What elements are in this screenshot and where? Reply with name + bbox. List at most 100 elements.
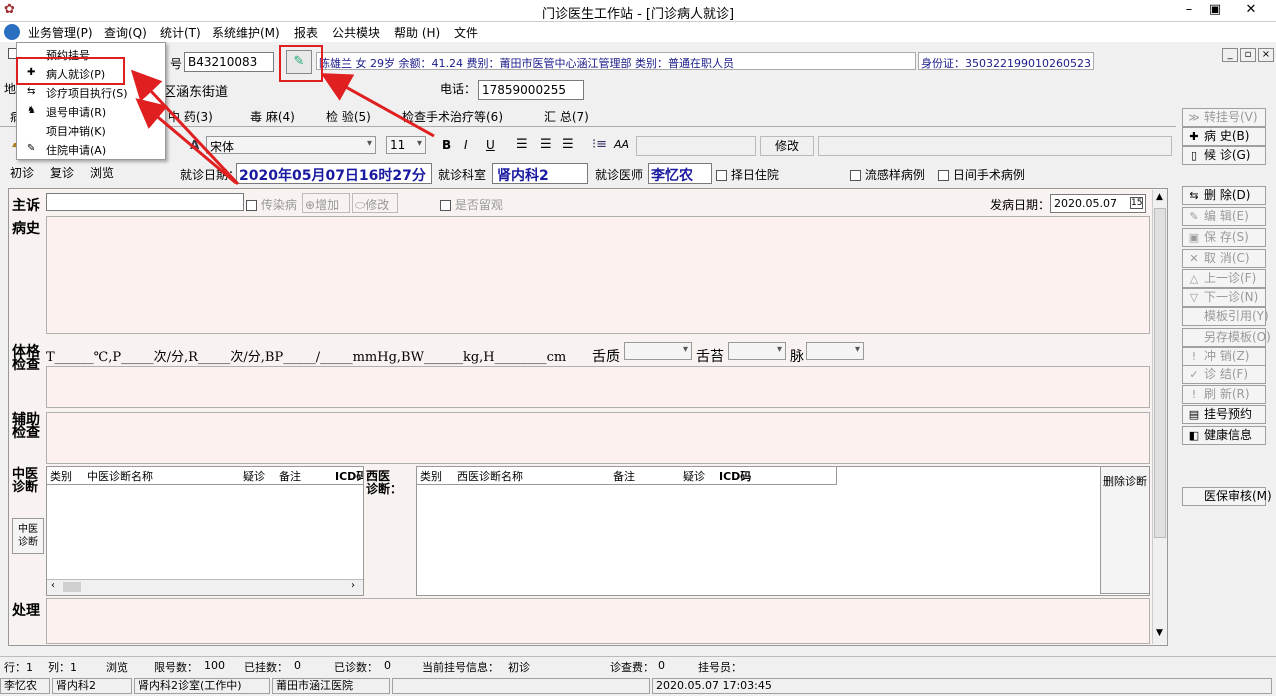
right-button-1[interactable]: ✚ 病 史(B)	[1182, 127, 1266, 146]
right-button-16-label: 医保审核(M)	[1204, 489, 1272, 503]
modify-button[interactable]: 修改	[760, 136, 814, 156]
right-button-2[interactable]: ▯ 候 诊(G)	[1182, 146, 1266, 165]
right-button-3[interactable]: ⇆ 删 除(D)	[1182, 186, 1266, 205]
tab-chinese-medicine[interactable]: 中 药(3)	[168, 108, 213, 128]
window-title: 门诊医生工作站 - [门诊病人就诊]	[541, 7, 735, 22]
tab-first-visit[interactable]: 初诊	[10, 164, 34, 181]
schedule-admission-checkbox[interactable]	[716, 170, 727, 181]
tcm-diagnosis-grid[interactable]: 类别 中医诊断名称 疑诊 备注 ICD码 ‹ ›	[46, 466, 364, 596]
tcm-hscrollbar[interactable]: ‹ ›	[47, 579, 363, 595]
menu-file[interactable]: 文件	[454, 24, 478, 41]
reg-no-field[interactable]: B43210083	[184, 52, 274, 72]
right-button-9[interactable]: 模板引用(Y)	[1182, 307, 1269, 326]
highlight-box-card	[279, 45, 323, 82]
onset-label: 发病日期：	[990, 198, 1051, 212]
right-button-0-icon: ≫	[1188, 111, 1200, 124]
aux-exam-field[interactable]	[46, 412, 1150, 464]
menu-system[interactable]: 系统维护(M)	[212, 24, 280, 41]
align-left-icon[interactable]: ☰	[516, 137, 528, 152]
form-vscrollbar[interactable]: ▲ ▼	[1152, 190, 1167, 644]
right-button-15-icon: ◧	[1188, 429, 1200, 442]
right-button-13[interactable]: ! 刷 新(R)	[1182, 385, 1266, 404]
restore-button[interactable]: ▣	[1200, 0, 1230, 20]
dept-field[interactable]: 肾内科2	[492, 163, 588, 184]
right-button-8[interactable]: ▽ 下一诊(N)	[1182, 288, 1266, 307]
exam-field[interactable]	[46, 366, 1150, 408]
size-select[interactable]: 11	[386, 136, 426, 154]
align-center-icon[interactable]: ☰	[540, 137, 552, 152]
tcm-col-icd: ICD码	[335, 470, 363, 483]
treatment-field[interactable]	[46, 598, 1150, 644]
child-minimize-button[interactable]: _	[1222, 48, 1238, 62]
tongue-select[interactable]	[624, 342, 692, 360]
right-button-0[interactable]: ≫ 转挂号(V)	[1182, 108, 1266, 127]
align-right-icon[interactable]: ☰	[562, 137, 574, 152]
add-button[interactable]: 增加	[315, 198, 339, 212]
footer-blank	[392, 678, 650, 694]
right-button-5-label: 保 存(S)	[1204, 230, 1249, 244]
tab-narcotics[interactable]: 毒 麻(4)	[250, 108, 295, 128]
delete-diagnosis-button[interactable]: 删除诊断	[1100, 466, 1150, 594]
right-button-15[interactable]: ◧ 健康信息	[1182, 426, 1266, 445]
flu-case-checkbox[interactable]	[850, 170, 861, 181]
tab-lab[interactable]: 检 验(5)	[326, 108, 371, 128]
aa-button[interactable]: AA	[614, 138, 629, 151]
infectious-checkbox[interactable]	[246, 200, 257, 211]
close-button[interactable]: ✕	[1236, 0, 1266, 20]
menu-item-refund[interactable]: 退号申请(R)	[46, 104, 106, 120]
child-close-button[interactable]: ×	[1258, 48, 1274, 62]
menu-item-reversal[interactable]: 项目冲销(K)	[46, 123, 106, 139]
tab-revisit[interactable]: 复诊	[50, 164, 74, 181]
tab-summary[interactable]: 汇 总(7)	[544, 108, 589, 128]
day-surgery-checkbox[interactable]	[938, 170, 949, 181]
right-button-4[interactable]: ✎ 编 辑(E)	[1182, 207, 1266, 226]
right-button-12[interactable]: ✓ 诊 结(F)	[1182, 365, 1266, 384]
tongue-label: 舌质	[592, 349, 620, 365]
right-button-6[interactable]: ✕ 取 消(C)	[1182, 249, 1266, 268]
child-restore-button[interactable]: ▫	[1240, 48, 1256, 62]
menu-help[interactable]: 帮助 (H)	[394, 24, 440, 41]
western-diagnosis-grid[interactable]: 类别 西医诊断名称 备注 疑诊 ICD码	[416, 466, 1150, 596]
italic-button[interactable]: I	[464, 138, 468, 152]
bullet-list-icon[interactable]: ⁝≡	[592, 137, 607, 152]
phone-field[interactable]: 17859000255	[478, 80, 584, 100]
calendar-icon[interactable]: 15	[1130, 197, 1143, 209]
doctor-field[interactable]: 李忆农	[648, 163, 712, 184]
toolbar-field	[636, 136, 756, 156]
tcm-diagnosis-button[interactable]: 中医 诊断	[12, 518, 44, 554]
right-button-7[interactable]: △ 上一诊(F)	[1182, 269, 1266, 288]
doctor-label: 就诊医师	[595, 168, 644, 182]
limit-value: 100	[204, 659, 225, 672]
bold-button[interactable]: B	[442, 138, 451, 152]
edit-button[interactable]: 修改	[365, 198, 389, 212]
west-col-name: 西医诊断名称	[457, 470, 523, 483]
right-button-14[interactable]: ▤ 挂号预约	[1182, 405, 1266, 424]
menu-reports[interactable]: 报表	[294, 24, 318, 41]
font-select[interactable]: 宋体	[206, 136, 376, 154]
tab-exam-surgery[interactable]: 检查手术治疗等(6)	[402, 108, 503, 128]
address-field[interactable]: 区涵东街道	[160, 79, 432, 100]
right-button-11[interactable]: ! 冲 销(Z)	[1182, 347, 1266, 366]
menu-query[interactable]: 查询(Q)	[104, 24, 147, 41]
observe-checkbox[interactable]	[440, 200, 451, 211]
right-button-16[interactable]: 医保审核(M)	[1182, 487, 1272, 506]
underline-button[interactable]: U	[486, 138, 495, 152]
visit-date-field[interactable]: 2020年05月07日16时27分	[236, 163, 432, 184]
complaint-field[interactable]	[46, 193, 244, 211]
editor-toolbar: ▰ A 宋体 11 B I U ☰ ☰ ☰ ⁝≡ AA 修改	[0, 132, 1176, 158]
patient-info: 陈雄兰 女 29岁 余额：41.24 费别：莆田市医管中心涵江管理部 类别：普通…	[316, 52, 916, 70]
pulse-select[interactable]	[806, 342, 864, 360]
menu-item-admission[interactable]: 住院申请(A)	[46, 142, 106, 158]
history-field[interactable]	[46, 216, 1150, 334]
tab-browse[interactable]: 浏览	[90, 164, 114, 181]
coating-select[interactable]	[728, 342, 786, 360]
vitals-template[interactable]: T______℃,P_____次/分,R_____次/分,BP_____/___…	[46, 346, 566, 365]
right-button-10[interactable]: 另存模板(O)	[1182, 328, 1271, 347]
menu-business[interactable]: 业务管理(P)	[28, 24, 93, 41]
menu-item-execute[interactable]: 诊疗项目执行(S)	[46, 85, 128, 101]
right-button-13-label: 刷 新(R)	[1204, 387, 1250, 401]
menu-public[interactable]: 公共模块	[332, 24, 380, 41]
right-button-5[interactable]: ▣ 保 存(S)	[1182, 228, 1266, 247]
menu-stats[interactable]: 统计(T)	[160, 24, 201, 41]
font-color-icon[interactable]: A	[190, 138, 199, 152]
